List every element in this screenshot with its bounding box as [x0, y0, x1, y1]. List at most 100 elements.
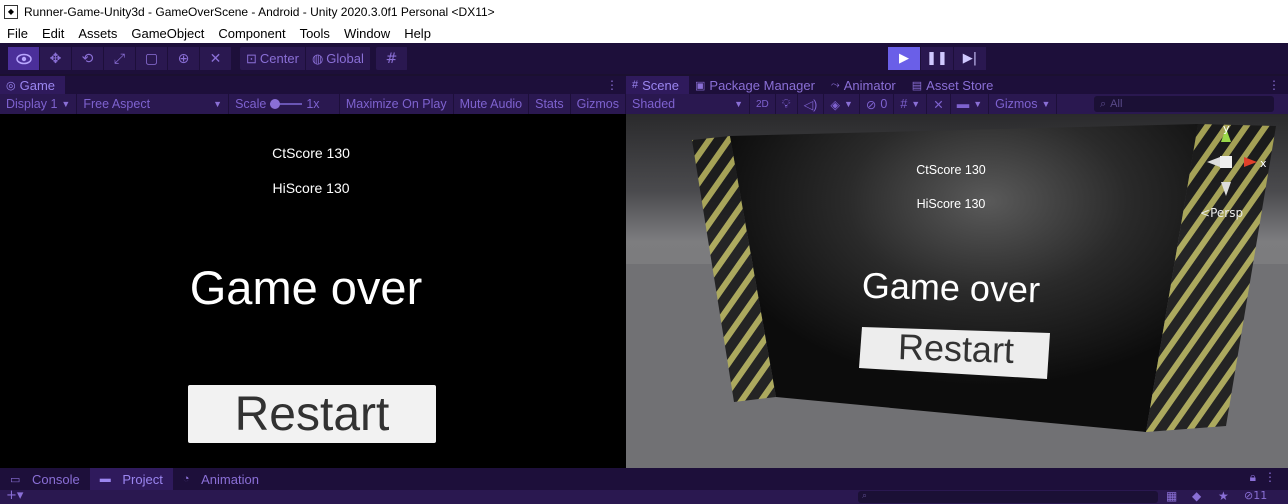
- audio-toggle-icon[interactable]: ◁): [798, 94, 825, 114]
- mute-label: Mute Audio: [459, 97, 523, 111]
- game-tabstrip: ◎ Game ⋮: [0, 76, 626, 94]
- pause-button[interactable]: ❚❚: [921, 47, 953, 70]
- transform-tools: ✥ ⟲ ⤢ ▢ ⊕ ✕: [8, 47, 232, 70]
- tab-animation[interactable]: ◔ Animation: [173, 468, 269, 490]
- lighting-toggle-icon[interactable]: 💡︎: [776, 94, 798, 114]
- scene-viewport[interactable]: CtScore 130 HiScore 130 Game over Restar…: [626, 114, 1288, 468]
- package-icon: ▣: [695, 79, 706, 92]
- mode-2d-label: 2D: [756, 98, 769, 110]
- tab-game[interactable]: ◎ Game: [0, 76, 66, 94]
- tools-icon[interactable]: ✕: [927, 94, 951, 114]
- transform-tool-icon[interactable]: ⊕: [168, 47, 200, 70]
- menu-edit[interactable]: Edit: [35, 26, 71, 41]
- aspect-label: Free Aspect: [83, 97, 151, 111]
- menu-file[interactable]: File: [0, 26, 35, 41]
- pivot-center-button[interactable]: ⊡ Center: [240, 47, 306, 70]
- tab-animation-label: Animation: [201, 471, 259, 487]
- restart-button[interactable]: Restart: [188, 385, 436, 443]
- hidden-objects-toggle[interactable]: ⊘ 0: [860, 94, 895, 114]
- menu-window[interactable]: Window: [337, 26, 397, 41]
- maximize-on-play-toggle[interactable]: Maximize On Play: [340, 94, 454, 114]
- scale-label: Scale: [235, 97, 267, 111]
- game-viewport[interactable]: CtScore 130 HiScore 130 Game over Restar…: [0, 114, 626, 468]
- custom-tool-icon[interactable]: ✕: [200, 47, 232, 70]
- game-panel: ◎ Game ⋮ Display 1 ▼ Free Aspect ▼ Scale…: [0, 76, 626, 468]
- search-icon: ⌕: [1100, 97, 1107, 110]
- chevron-down-icon: ▼: [213, 99, 223, 109]
- space-label: Global: [326, 51, 364, 66]
- grid-icon: #: [632, 79, 639, 91]
- hi-score-text: HiScore 130: [272, 180, 350, 196]
- scene-search-input[interactable]: ⌕ All: [1094, 96, 1274, 112]
- shading-dropdown[interactable]: Shaded ▼: [626, 94, 750, 114]
- view-tool-eye-icon[interactable]: [8, 47, 40, 70]
- animation-clock-icon: ◔: [182, 473, 190, 485]
- scale-slider[interactable]: [270, 99, 303, 109]
- project-search-input[interactable]: ⌕: [858, 491, 1158, 503]
- chevron-down-icon: ▼: [1041, 99, 1051, 109]
- ct-score-text: CtScore 130: [272, 145, 350, 161]
- unity-logo-icon: ◆: [4, 4, 18, 19]
- tab-package-manager-label: Package Manager: [709, 77, 815, 93]
- grid-snap-group: #: [376, 47, 408, 70]
- menu-tools[interactable]: Tools: [293, 26, 337, 41]
- mode-2d-toggle[interactable]: 2D: [750, 94, 776, 114]
- stats-toggle[interactable]: Stats: [529, 94, 571, 114]
- menu-assets[interactable]: Assets: [71, 26, 124, 41]
- bottom-panel-menu-icon[interactable]: ⋮: [1264, 470, 1276, 484]
- pivot-icon: ⊡: [246, 50, 257, 66]
- aspect-dropdown[interactable]: Free Aspect ▼: [77, 94, 230, 114]
- slider-thumb[interactable]: [270, 99, 281, 109]
- tab-package-manager[interactable]: ▣ Package Manager: [689, 76, 825, 94]
- move-tool-icon[interactable]: ✥: [40, 47, 72, 70]
- store-bag-icon: ▤: [911, 79, 923, 92]
- menu-bar: File Edit Assets GameObject Component To…: [0, 23, 1288, 43]
- scale-value: 1x: [306, 97, 320, 111]
- scale-tool-icon[interactable]: ⤢: [104, 47, 136, 70]
- display-dropdown[interactable]: Display 1 ▼: [0, 94, 78, 114]
- rotate-tool-icon[interactable]: ⟲: [72, 47, 104, 70]
- chevron-down-icon: ▼: [734, 99, 743, 109]
- favorites-star-icon[interactable]: ★: [1218, 489, 1229, 503]
- maximize-label: Maximize On Play: [345, 97, 447, 111]
- lock-icon[interactable]: 🔒︎: [1250, 470, 1256, 485]
- rect-tool-icon[interactable]: ▢: [136, 47, 168, 70]
- gizmos-toggle[interactable]: Gizmos: [571, 94, 626, 114]
- hidden-count: 0: [880, 97, 888, 111]
- pivot-label: Center: [259, 51, 299, 66]
- grid-snap-icon[interactable]: #: [376, 47, 408, 70]
- axis-x-label: x: [1260, 157, 1267, 170]
- effects-dropdown-icon[interactable]: ◈ ▼: [824, 94, 860, 114]
- persp-toggle[interactable]: <Persp: [1200, 206, 1243, 220]
- console-icon: ▭: [10, 473, 21, 486]
- orientation-gizmo[interactable]: y x <Persp: [1192, 120, 1288, 240]
- gizmos-dropdown[interactable]: Gizmos ▼: [989, 94, 1058, 114]
- space-global-button[interactable]: ◍ Global: [306, 47, 371, 70]
- tab-scene[interactable]: # Scene: [626, 76, 689, 94]
- tab-console[interactable]: ▭ Console: [0, 468, 90, 490]
- menu-gameobject[interactable]: GameObject: [124, 26, 211, 41]
- game-panel-menu-icon[interactable]: ⋮: [606, 76, 618, 94]
- mute-audio-toggle[interactable]: Mute Audio: [454, 94, 530, 114]
- filter-label-icon[interactable]: ◆: [1192, 489, 1201, 503]
- persp-label: Persp: [1210, 206, 1244, 220]
- tab-asset-store-label: Asset Store: [926, 77, 994, 93]
- camera-dropdown-icon[interactable]: ▬ ▼: [951, 94, 990, 114]
- tab-asset-store[interactable]: ▤ Asset Store: [906, 76, 1004, 94]
- tab-scene-label: Scene: [642, 77, 679, 93]
- add-asset-icon[interactable]: +▾: [6, 488, 23, 503]
- tab-animator[interactable]: ⤳ Animator: [825, 76, 906, 94]
- filter-type-icon[interactable]: ▦: [1166, 489, 1177, 503]
- play-button[interactable]: ▶: [888, 47, 920, 70]
- menu-help[interactable]: Help: [397, 26, 438, 41]
- tab-project[interactable]: ▬ Project: [89, 468, 173, 490]
- grid-dropdown-icon[interactable]: # ▼: [894, 94, 928, 114]
- menu-component[interactable]: Component: [211, 26, 292, 41]
- hidden-packages-toggle[interactable]: ⊘11: [1244, 489, 1267, 502]
- eye-slash-icon: ⊘: [865, 97, 877, 112]
- folder-icon: ▬: [99, 473, 111, 485]
- scene-panel-menu-icon[interactable]: ⋮: [1268, 76, 1280, 94]
- search-placeholder: All: [1110, 98, 1123, 110]
- globe-icon: ◍: [311, 50, 324, 66]
- step-button[interactable]: ▶|: [954, 47, 986, 70]
